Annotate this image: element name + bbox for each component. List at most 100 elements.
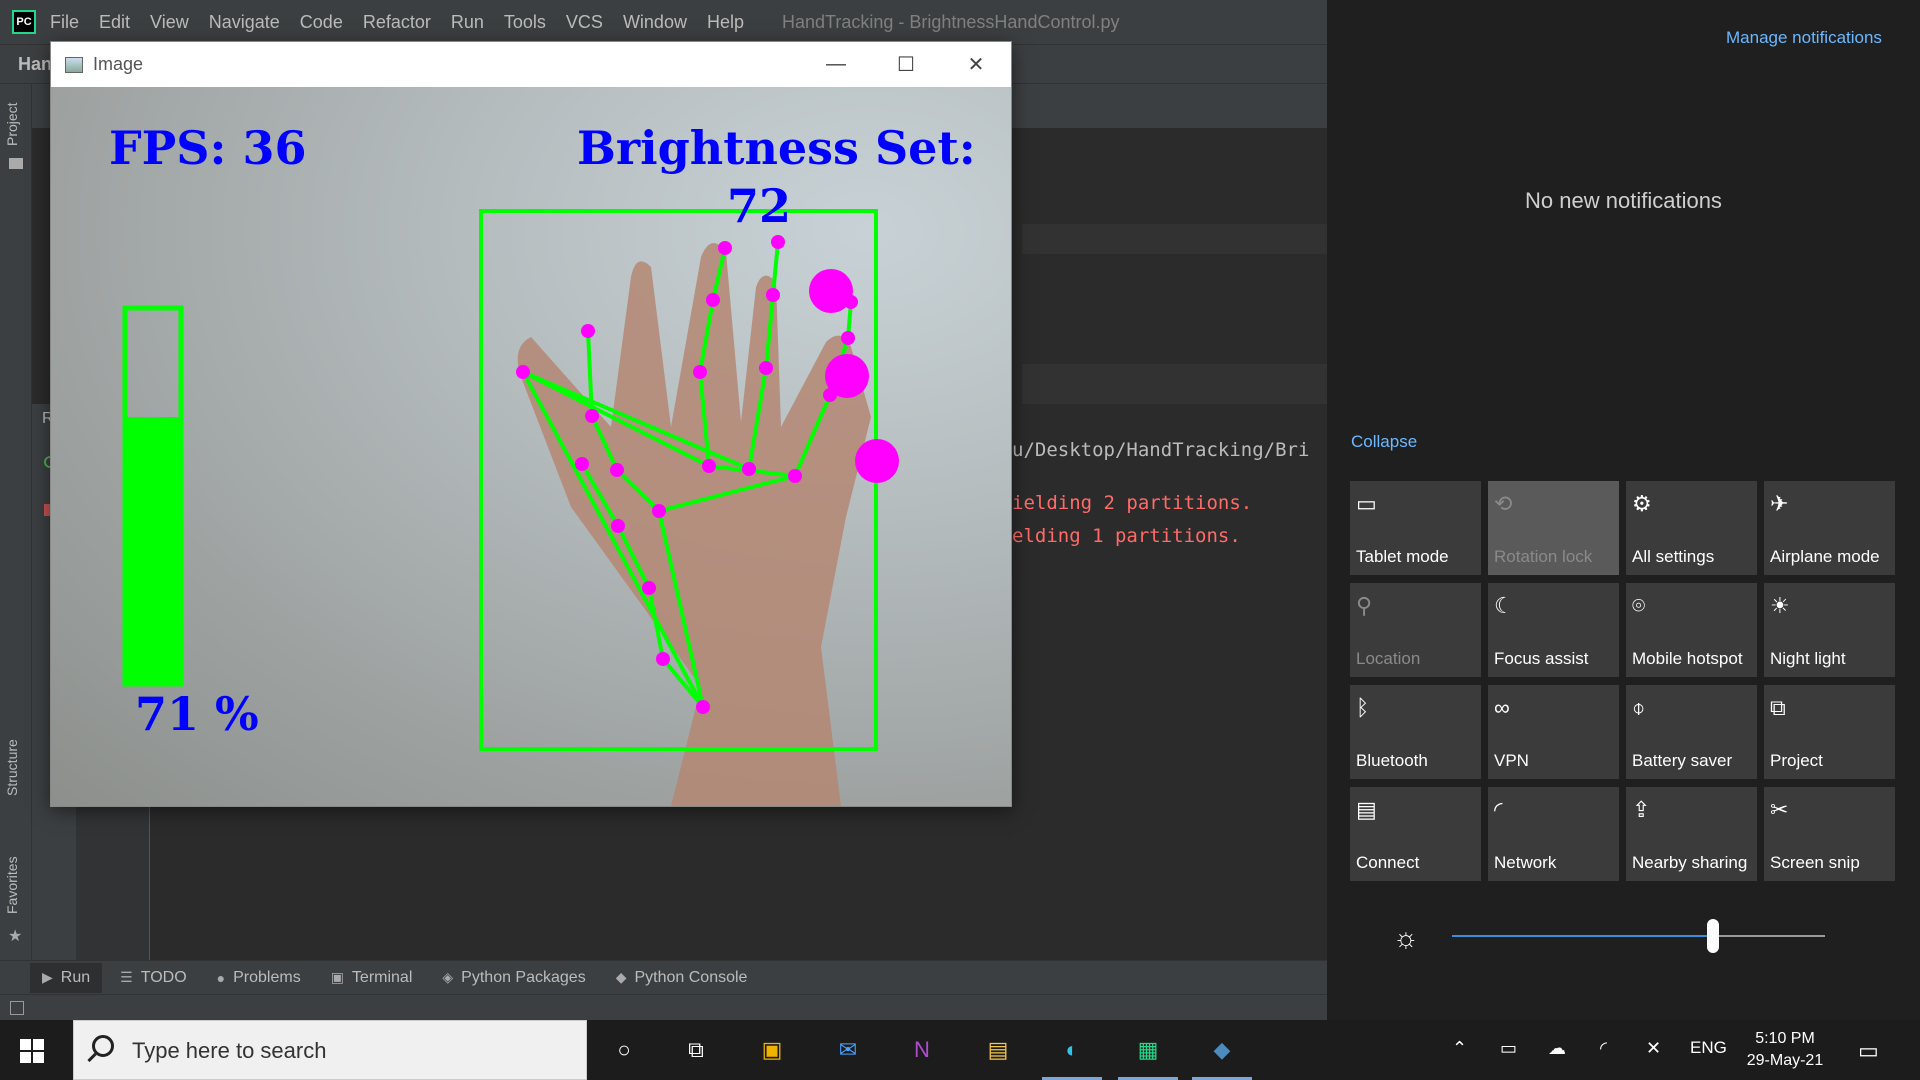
quick-action-airplane-mode[interactable]: ✈ Airplane mode — [1764, 481, 1895, 575]
tab-problems[interactable]: ● Problems — [217, 969, 301, 987]
menu-help[interactable]: Help — [707, 12, 744, 33]
menu-refactor[interactable]: Refactor — [363, 12, 431, 33]
speaker-muted-icon[interactable]: ✕ — [1646, 1038, 1661, 1059]
file-explorer-icon[interactable]: ▤ — [978, 1030, 1018, 1070]
show-hidden-icons-icon[interactable]: ⌃ — [1452, 1038, 1467, 1059]
brightness-slider[interactable] — [1452, 919, 1825, 953]
quick-action-network[interactable]: ◜ Network — [1488, 787, 1619, 881]
tab-project[interactable]: Project — [4, 102, 20, 146]
task-view-icon[interactable]: ⧉ — [676, 1030, 716, 1070]
console-line: elding 1 partitions. — [1012, 525, 1241, 547]
gear-icon: ⚙ — [1632, 491, 1652, 516]
brightness-slider-thumb[interactable] — [1707, 919, 1719, 953]
close-button[interactable]: ✕ — [941, 42, 1011, 87]
menu-vcs[interactable]: VCS — [566, 12, 603, 33]
battery-saver-icon: ⌽ — [1632, 695, 1646, 720]
quick-action-bluetooth[interactable]: ᛒ Bluetooth — [1350, 685, 1481, 779]
mail-icon[interactable]: ✉ — [828, 1030, 868, 1070]
quick-action-rotation-lock[interactable]: ⟲ Rotation lock — [1488, 481, 1619, 575]
quick-action-screen-snip[interactable]: ✂ Screen snip — [1764, 787, 1895, 881]
maximize-button[interactable]: ☐ — [871, 42, 941, 87]
quick-action-tablet-mode[interactable]: ▭ Tablet mode — [1350, 481, 1481, 575]
menu-edit[interactable]: Edit — [99, 12, 130, 33]
quick-action-label: Battery saver — [1632, 751, 1733, 770]
quick-action-project[interactable]: ⧉ Project — [1764, 685, 1895, 779]
image-window-titlebar[interactable]: Image — ☐ ✕ — [51, 42, 1011, 87]
tab-favorites[interactable]: Favorites — [4, 856, 20, 914]
menu-navigate[interactable]: Navigate — [209, 12, 280, 33]
quick-action-label: Connect — [1356, 853, 1420, 872]
quick-action-connect[interactable]: ▤ Connect — [1350, 787, 1481, 881]
quick-action-night-light[interactable]: ☀ Night light — [1764, 583, 1895, 677]
edge-icon[interactable]: ◐ — [1052, 1030, 1092, 1070]
window-app-icon — [65, 56, 83, 73]
tab-python-packages-label: Python Packages — [461, 968, 586, 986]
brightness-label: Brightness Set: — [577, 121, 976, 175]
quick-action-label: Mobile hotspot — [1632, 649, 1743, 668]
tab-run[interactable]: ▶ Run — [30, 962, 103, 993]
python-icon: ◆ — [615, 969, 627, 985]
night-light-icon: ☀ — [1770, 593, 1790, 618]
breadcrumb[interactable]: Han — [18, 54, 52, 75]
quick-action-label: Focus assist — [1494, 649, 1589, 668]
hand-landmark — [581, 324, 595, 338]
language-indicator[interactable]: ENG — [1690, 1038, 1727, 1058]
start-button[interactable] — [20, 1039, 44, 1063]
quick-action-focus-assist[interactable]: ☾ Focus assist — [1488, 583, 1619, 677]
quick-action-mobile-hotspot[interactable]: ⌾ Mobile hotspot — [1626, 583, 1757, 677]
console-line: ielding 2 partitions. — [1012, 492, 1253, 514]
tab-python-console[interactable]: ◆ Python Console — [616, 969, 748, 987]
tab-todo-label: TODO — [140, 968, 187, 986]
network-icon: ◜ — [1494, 797, 1503, 822]
menu-view[interactable]: View — [150, 12, 189, 33]
battery-icon[interactable]: ▭ — [1500, 1038, 1517, 1059]
cortana-icon[interactable]: ○ — [604, 1030, 644, 1070]
store-icon[interactable]: ▣ — [752, 1030, 792, 1070]
quick-action-label: Airplane mode — [1770, 547, 1880, 566]
python-taskbar-icon[interactable]: ◆ — [1202, 1030, 1242, 1070]
hand-landmark — [696, 700, 710, 714]
menu-tools[interactable]: Tools — [504, 12, 546, 33]
quick-action-location[interactable]: ⚲ Location — [1350, 583, 1481, 677]
clock-date: 29-May-21 — [1746, 1052, 1824, 1069]
layout-toggle-icon[interactable] — [10, 1001, 24, 1015]
hand-landmark — [652, 504, 666, 518]
menu-window[interactable]: Window — [623, 12, 687, 33]
quick-action-battery-saver[interactable]: ⌽ Battery saver — [1626, 685, 1757, 779]
quick-action-label: All settings — [1632, 547, 1715, 566]
menu-bar: PC File Edit View Navigate Code Refactor… — [0, 0, 1327, 44]
wifi-icon[interactable]: ◜ — [1600, 1038, 1607, 1059]
connect-icon: ▤ — [1356, 797, 1377, 822]
brightness-value: 72 — [727, 179, 792, 233]
hand-landmark — [706, 293, 720, 307]
clock[interactable]: 5:10 PM 29-May-21 — [1730, 1028, 1840, 1072]
search-box[interactable]: Type here to search — [73, 1020, 587, 1080]
search-input[interactable]: Type here to search — [132, 1038, 326, 1064]
minimize-button[interactable]: — — [801, 42, 871, 87]
quick-action-nearby-sharing[interactable]: ⇪ Nearby sharing — [1626, 787, 1757, 881]
manage-notifications-link[interactable]: Manage notifications — [1726, 28, 1882, 48]
play-icon: ▶ — [42, 969, 53, 985]
hand-landmark — [575, 457, 589, 471]
pycharm-taskbar-icon[interactable]: ▦ — [1128, 1030, 1168, 1070]
pycharm-logo-icon: PC — [12, 10, 36, 34]
hand-landmark — [610, 463, 624, 477]
tab-structure[interactable]: Structure — [4, 739, 20, 796]
collapse-link[interactable]: Collapse — [1351, 432, 1417, 452]
menu-code[interactable]: Code — [300, 12, 343, 33]
onedrive-icon[interactable]: ☁ — [1548, 1038, 1566, 1059]
quick-action-all-settings[interactable]: ⚙ All settings — [1626, 481, 1757, 575]
hand-landmark — [693, 365, 707, 379]
menu-run[interactable]: Run — [451, 12, 484, 33]
nearby-sharing-icon: ⇪ — [1632, 797, 1651, 822]
tab-terminal[interactable]: ▣ Terminal — [331, 969, 413, 987]
quick-action-vpn[interactable]: ∞ VPN — [1488, 685, 1619, 779]
image-window[interactable]: Image — ☐ ✕ FPS: 36 Brightness Set: 72 7… — [50, 41, 1012, 807]
tab-python-packages[interactable]: ◈ Python Packages — [442, 969, 585, 987]
menu-file[interactable]: File — [50, 12, 79, 33]
tab-todo[interactable]: ☰ TODO — [120, 969, 187, 987]
layers-icon: ◈ — [442, 969, 454, 985]
notifications-icon[interactable]: ▭ — [1858, 1038, 1879, 1064]
onenote-icon[interactable]: N — [902, 1030, 942, 1070]
highlighted-landmark — [855, 439, 899, 483]
